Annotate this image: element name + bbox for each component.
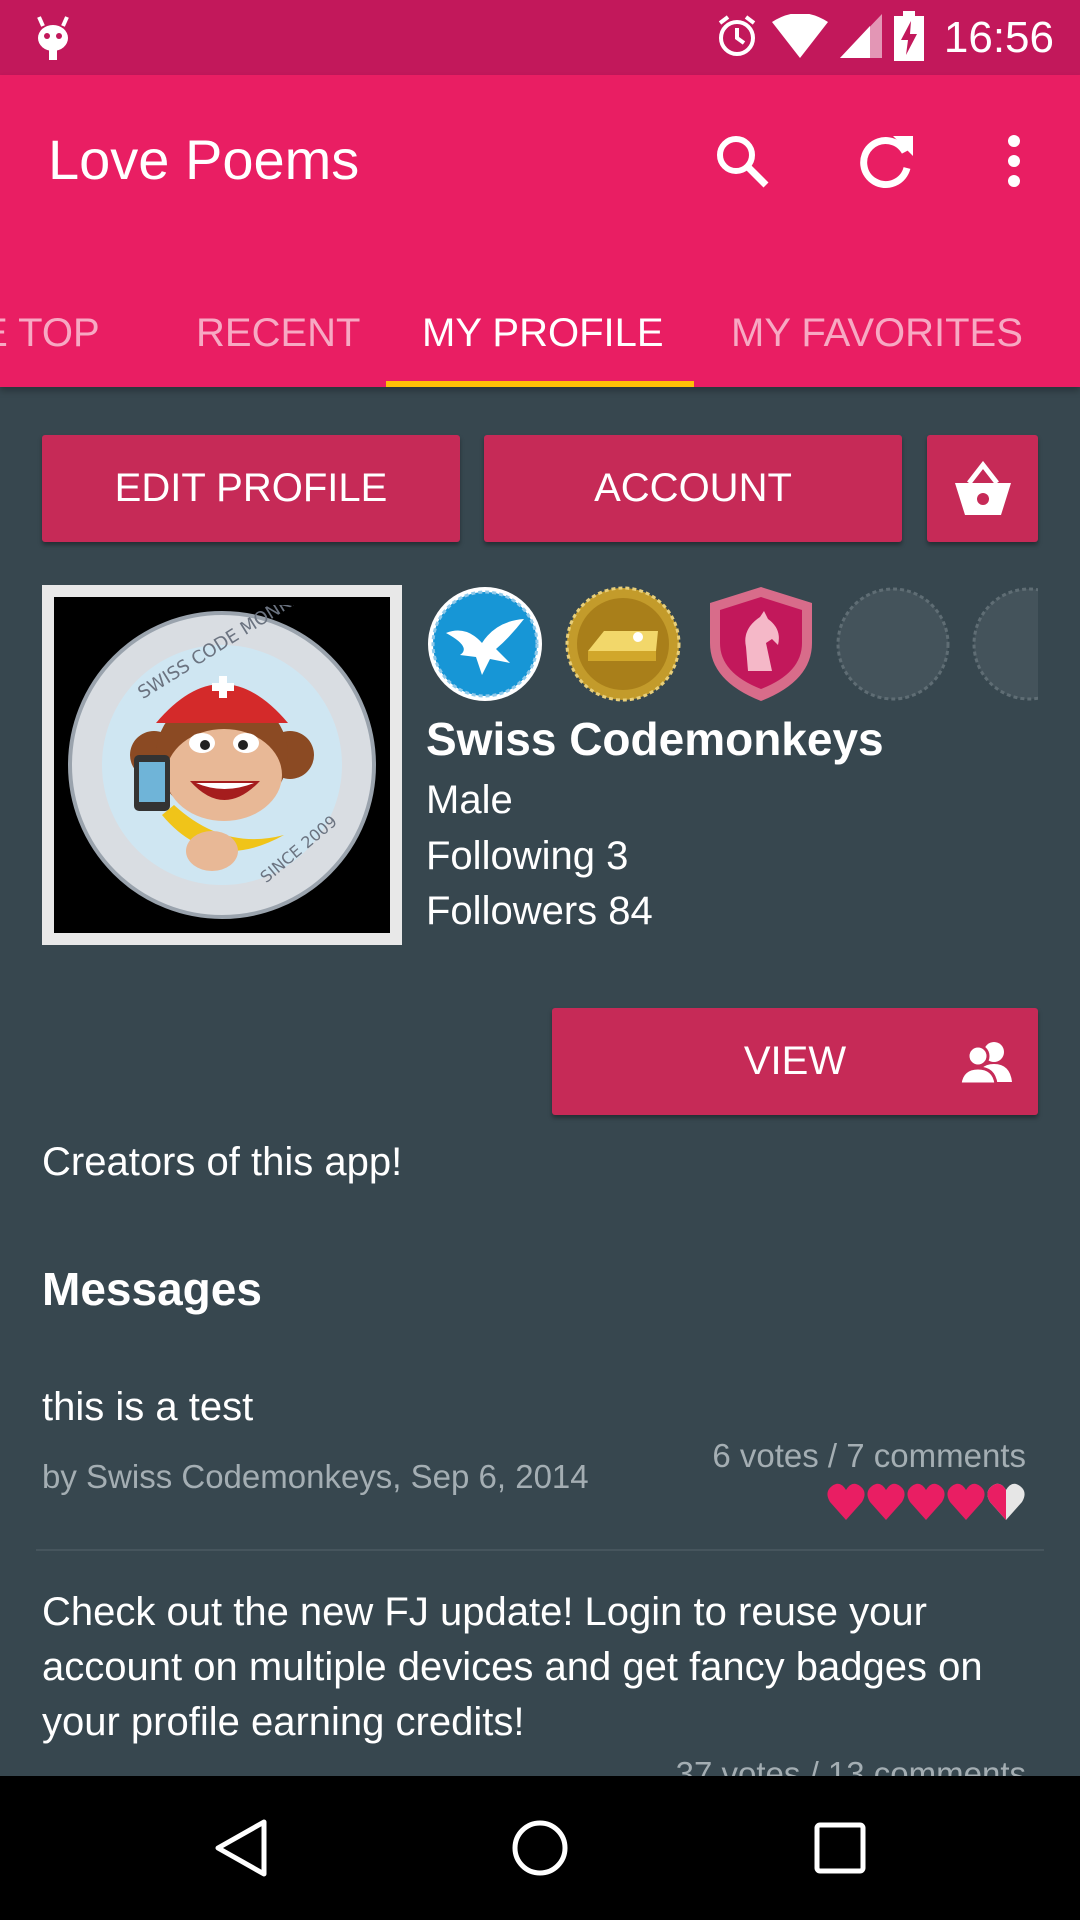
message-item[interactable]: Check out the new FJ update! Login to re… [0,1585,1080,1792]
heart-icon [907,1483,945,1520]
empty-badge [834,585,952,703]
profile-avatar: SWISS CODE MONKEYS SINCE 2009 [42,585,402,945]
profile-gender: Male [426,778,513,822]
eagle-badge[interactable] [426,585,544,703]
profile-following[interactable]: Following 3 [426,834,628,879]
recents-button[interactable] [794,1802,886,1894]
recents-icon [814,1822,866,1874]
battery-charging-icon [893,10,924,66]
messages-heading: Messages [42,1263,262,1315]
app-bar: Love Poems IE TOP RECENT MY PROFILE MY F… [0,75,1080,387]
view-button-label: VIEW [743,1039,847,1083]
edit-profile-button[interactable]: EDIT PROFILE [42,435,460,542]
android-notification-icon [34,14,72,65]
home-icon [512,1820,568,1876]
knight-shield-badge[interactable] [702,585,820,703]
app-title: Love Poems [48,128,360,191]
tab-my-profile[interactable]: MY PROFILE [422,273,664,387]
tab-bar: IE TOP RECENT MY PROFILE MY FAVORITES [0,273,1080,387]
status-bar: 16:56 [0,0,1080,75]
refresh-icon [860,136,913,188]
heart-icon [867,1483,905,1520]
message-author: by Swiss Codemonkeys, Sep 6, 2014 [42,1458,589,1495]
badges-row [426,585,1038,705]
back-icon [215,1819,267,1877]
message-item[interactable]: this is a test by Swiss Codemonkeys, Sep… [0,1380,1080,1550]
cell-signal-icon [839,13,882,63]
divider [36,1549,1044,1551]
search-icon [717,136,769,188]
message-title: Check out the new FJ update! Login to re… [42,1590,983,1744]
tab-my-favorites[interactable]: MY FAVORITES [731,273,1023,387]
account-button[interactable]: ACCOUNT [484,435,902,542]
heart-icon [947,1483,985,1520]
codemonkey-logo: SWISS CODE MONKEYS SINCE 2009 [68,605,376,919]
back-button[interactable] [196,1802,288,1894]
tab-top[interactable]: IE TOP [0,273,100,387]
alarm-icon [714,13,760,64]
people-icon [960,1042,1012,1084]
empty-badge [970,585,1038,703]
clock-text: 16:56 [943,13,1054,62]
overflow-menu-icon [1008,135,1020,187]
half-heart-icon [987,1483,1025,1520]
search-button[interactable] [702,121,782,201]
profile-followers[interactable]: Followers 84 [426,889,653,934]
profile-name: Swiss Codemonkeys [426,713,884,765]
heart-icon [827,1483,865,1520]
shop-button[interactable] [927,435,1038,542]
view-profile-button[interactable]: VIEW [552,1008,1038,1115]
tab-indicator [386,381,694,387]
navigation-bar [0,1776,1080,1920]
message-stats: 6 votes / 7 comments [712,1437,1026,1474]
wifi-icon [771,12,828,63]
profile-about: Creators of this app! [42,1140,403,1184]
home-button[interactable] [494,1802,586,1894]
overflow-menu-button[interactable] [974,121,1054,201]
refresh-button[interactable] [846,121,926,201]
gold-bar-badge[interactable] [564,585,682,703]
rating-hearts [826,1480,1026,1524]
tab-recent[interactable]: RECENT [196,273,360,387]
basket-icon [954,460,1011,515]
message-title: this is a test [42,1385,254,1429]
